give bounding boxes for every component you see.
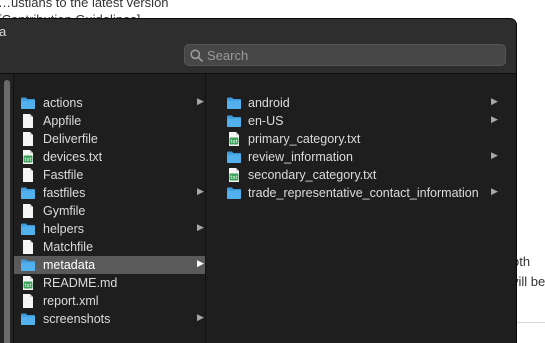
background-doc-text-right-2: vill be [512, 274, 545, 289]
item-label: metadata [43, 258, 96, 272]
column1-item-report-xml[interactable]: report.xml [14, 292, 205, 310]
column1-item-metadata[interactable]: metadata ▶ [14, 256, 205, 274]
background-divider [516, 322, 545, 323]
search-field[interactable]: Search [184, 44, 506, 66]
column2-item-primary-category-txt[interactable]: txt primary_category.txt [206, 130, 516, 148]
column1-item-fastfiles[interactable]: fastfiles ▶ [14, 184, 205, 202]
browser-column-2: android ▶ en-US ▶ txt primary_category.txtrev… [206, 74, 516, 343]
column1-item-fastfile[interactable]: Fastfile [14, 166, 205, 184]
chevron-right-icon: ▶ [491, 114, 498, 124]
browser-column-1: actions ▶ Appfile Deliverfile txt devices.txt… [14, 74, 206, 343]
chevron-right-icon: ▶ [197, 96, 204, 106]
chevron-right-icon: ▶ [197, 312, 204, 322]
item-label: Matchfile [43, 240, 94, 254]
text-file-icon: txt [229, 168, 239, 182]
item-label: Fastfile [43, 168, 84, 182]
text-file-icon: txt [23, 276, 33, 290]
column1-item-appfile[interactable]: Appfile [14, 112, 205, 130]
column1-item-screenshots[interactable]: screenshots ▶ [14, 310, 205, 328]
document-icon [23, 204, 33, 218]
folder-icon [21, 97, 35, 109]
item-label: en-US [248, 114, 284, 128]
column2-item-en-us[interactable]: en-US ▶ [206, 112, 516, 130]
document-icon [23, 294, 33, 308]
item-label: report.xml [43, 294, 99, 308]
folder-icon [21, 259, 35, 271]
item-label: Deliverfile [43, 132, 98, 146]
item-label: trade_representative_contact_information [248, 186, 479, 200]
column1-item-gymfile[interactable]: Gymfile [14, 202, 205, 220]
document-icon [23, 132, 33, 146]
column1-item-devices-txt[interactable]: txt devices.txt [14, 148, 205, 166]
item-label: helpers [43, 222, 84, 236]
background-doc-text: …ustians to the latest version [0, 0, 169, 10]
item-label: fastfiles [43, 186, 86, 200]
chevron-right-icon: ▶ [197, 222, 204, 232]
column2-item-trade-representative-contact-information[interactable]: trade_representative_contact_information… [206, 184, 516, 202]
folder-icon [227, 115, 241, 127]
chevron-right-icon: ▶ [491, 96, 498, 106]
folder-icon [21, 223, 35, 235]
column2-item-android[interactable]: android ▶ [206, 94, 516, 112]
text-file-icon: txt [23, 150, 33, 164]
chevron-right-icon: ▶ [491, 150, 498, 160]
svg-text:txt: txt [231, 139, 238, 145]
item-label: devices.txt [43, 150, 103, 164]
column1-item-actions[interactable]: actions ▶ [14, 94, 205, 112]
item-label: Appfile [43, 114, 82, 128]
item-label: Gymfile [43, 204, 86, 218]
scrollbar-thumb[interactable] [4, 80, 10, 343]
column2-item-review-information[interactable]: review_information ▶ [206, 148, 516, 166]
item-label: android [248, 96, 290, 110]
file-picker-window: a Search actions ▶ Appfile Deliverfile txt de… [0, 19, 516, 343]
folder-icon [227, 187, 241, 199]
svg-text:txt: txt [25, 157, 32, 163]
column2-item-secondary-category-txt[interactable]: txt secondary_category.txt [206, 166, 516, 184]
document-icon [23, 168, 33, 182]
column1-item-deliverfile[interactable]: Deliverfile [14, 130, 205, 148]
column1-item-helpers[interactable]: helpers ▶ [14, 220, 205, 238]
column1-item-matchfile[interactable]: Matchfile [14, 238, 205, 256]
svg-text:txt: txt [231, 175, 238, 181]
search-icon [190, 49, 203, 62]
folder-icon [227, 97, 241, 109]
column1-item-readme-md[interactable]: txt README.md [14, 274, 205, 292]
window-titlebar: a Search [0, 19, 516, 74]
item-label: screenshots [43, 312, 111, 326]
item-label: README.md [43, 276, 118, 290]
parent-column [0, 74, 14, 343]
item-label: secondary_category.txt [248, 168, 377, 182]
chevron-right-icon: ▶ [197, 186, 204, 196]
folder-icon [21, 187, 35, 199]
chevron-right-icon: ▶ [197, 258, 204, 268]
folder-icon [21, 313, 35, 325]
chevron-right-icon: ▶ [491, 186, 498, 196]
document-icon [23, 114, 33, 128]
item-label: review_information [248, 150, 353, 164]
document-icon [23, 240, 33, 254]
svg-text:txt: txt [25, 283, 32, 289]
item-label: actions [43, 96, 83, 110]
search-placeholder: Search [207, 48, 249, 63]
item-label: primary_category.txt [248, 132, 361, 146]
window-title: a [0, 24, 7, 39]
text-file-icon: txt [229, 132, 239, 146]
folder-icon [227, 151, 241, 163]
